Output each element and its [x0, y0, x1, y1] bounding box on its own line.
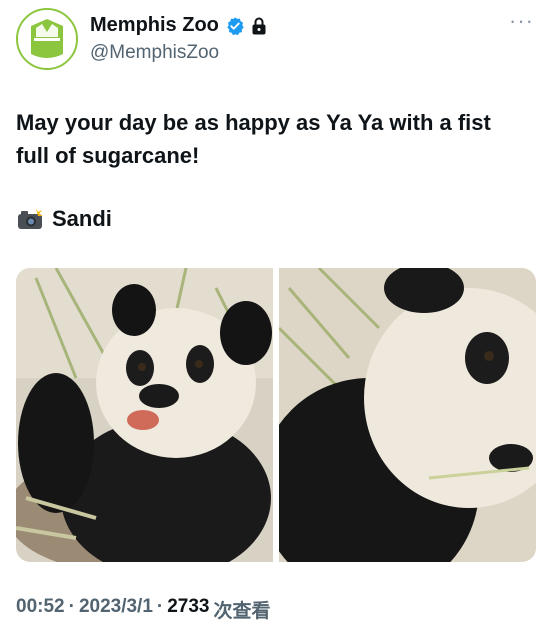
photo-credit: Sandi [16, 206, 112, 232]
camera-flash-icon [18, 208, 43, 229]
verified-badge-icon [227, 16, 244, 35]
views-count: 2733 [167, 596, 210, 617]
avatar[interactable] [16, 8, 78, 70]
lock-icon [252, 17, 266, 34]
tweet-date[interactable]: 2023/3/1 [79, 596, 153, 623]
credit-name: Sandi [52, 206, 112, 231]
panda-image-right [279, 268, 536, 562]
display-name[interactable]: Memphis Zoo [90, 14, 219, 37]
tweet-text: May your day be as happy as Ya Ya with a… [16, 110, 491, 168]
panda-eating-sugarcane-photo[interactable] [16, 268, 273, 562]
tweet-header: Memphis Zoo @MemphisZoo ··· [16, 8, 534, 72]
media-grid [16, 268, 536, 562]
separator-dot: · [68, 596, 75, 617]
panda-image-left [16, 268, 273, 562]
separator-dot: · [156, 596, 164, 617]
tweet-meta: 00:52 · 2023/3/1 · 2733 次查看 [16, 596, 271, 623]
tweet-time[interactable]: 00:52 [16, 596, 65, 623]
views-label: 次查看 [213, 601, 271, 622]
memphis-zoo-logo-icon [18, 10, 76, 68]
more-options-icon[interactable]: ··· [509, 8, 534, 34]
panda-closeup-photo[interactable] [279, 268, 536, 562]
account-handle[interactable]: @MemphisZoo [90, 42, 219, 64]
